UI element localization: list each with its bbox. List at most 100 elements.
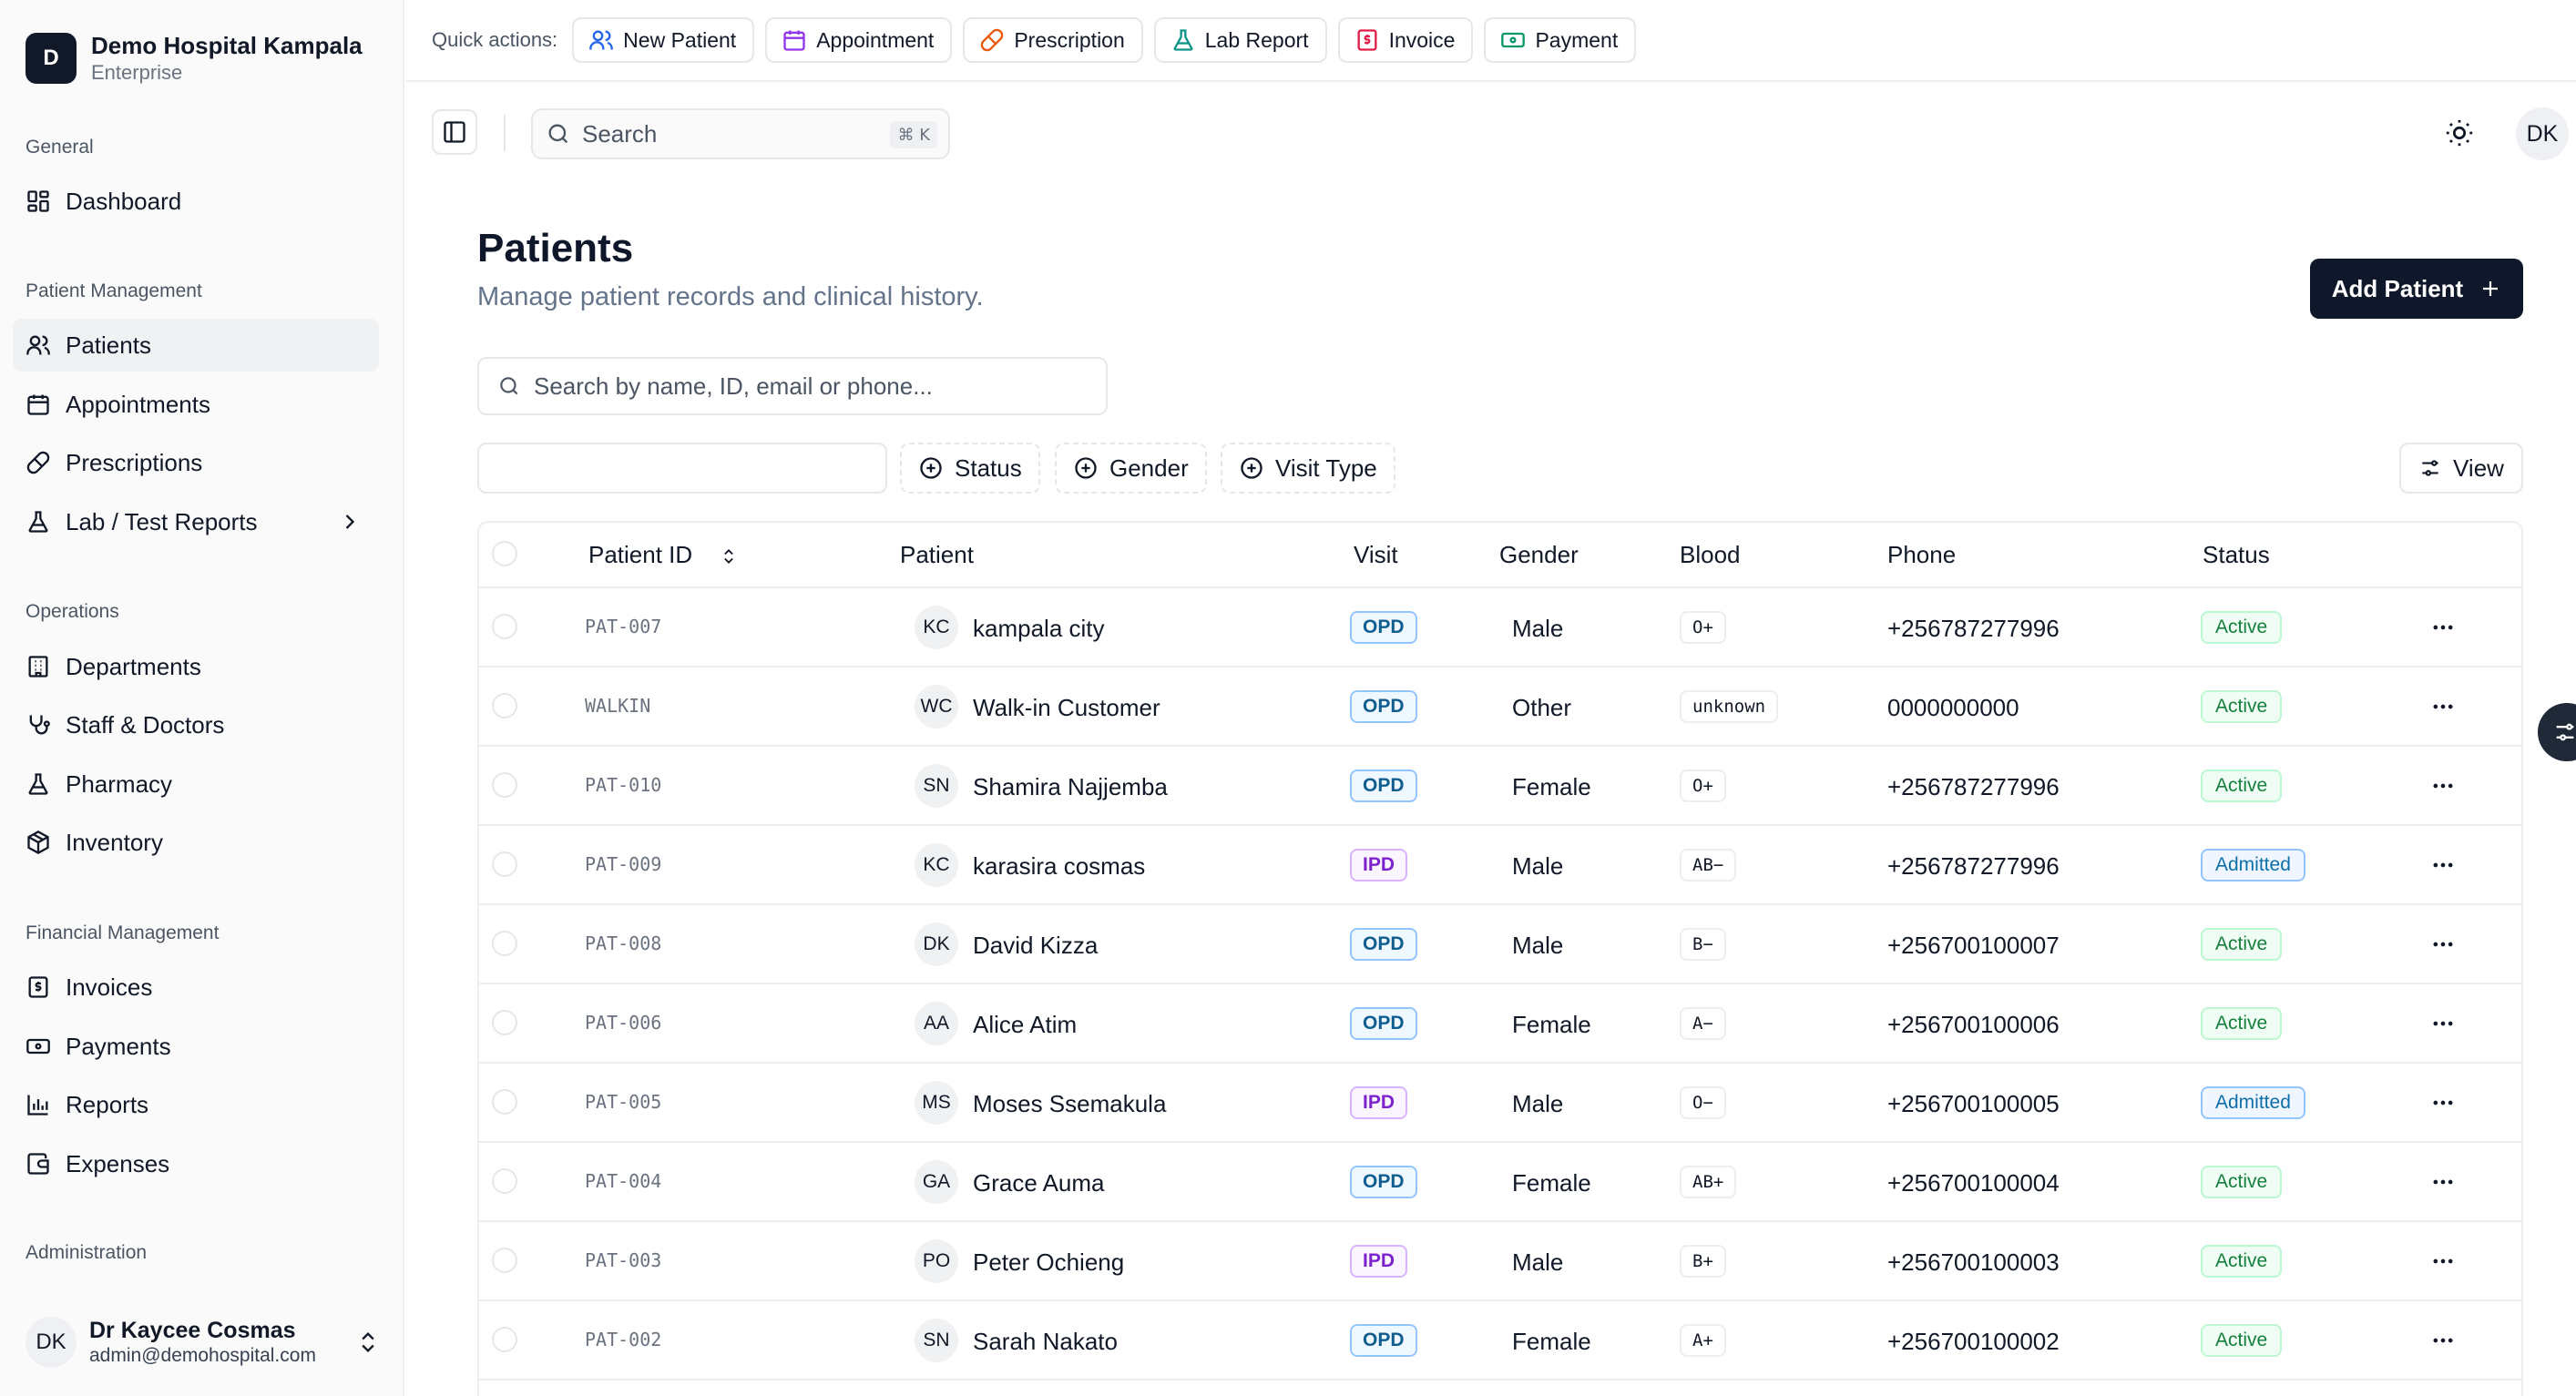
status-badge: Active bbox=[2201, 611, 2283, 644]
sidebar-item-reports[interactable]: Reports bbox=[13, 1078, 379, 1131]
quick-payment-button[interactable]: Payment bbox=[1484, 17, 1637, 63]
pill-icon bbox=[26, 450, 51, 475]
patient-id: PAT-003 bbox=[585, 1249, 662, 1271]
gender-filter-button[interactable]: Gender bbox=[1055, 443, 1207, 494]
visit-type-filter-button[interactable]: Visit Type bbox=[1221, 443, 1395, 494]
sidebar-item-departments[interactable]: Departments bbox=[13, 640, 379, 693]
patient-name[interactable]: David Kizza bbox=[973, 932, 1098, 960]
patient-name[interactable]: karasira cosmas bbox=[973, 852, 1145, 881]
quick-prescription-button[interactable]: Prescription bbox=[963, 17, 1143, 63]
status-filter-button[interactable]: Status bbox=[900, 443, 1040, 494]
org-switcher[interactable]: D Demo Hospital Kampala Enterprise bbox=[26, 31, 363, 86]
patient-name[interactable]: Moses Ssemakula bbox=[973, 1090, 1166, 1118]
row-actions-button[interactable] bbox=[2427, 611, 2459, 644]
row-actions-button[interactable] bbox=[2427, 1166, 2459, 1198]
table-row[interactable]: PAT-002 SN Sarah Nakato OPD Female A+ +2567001… bbox=[479, 1301, 2521, 1381]
global-search[interactable]: ⌘ K bbox=[531, 108, 950, 159]
settings-fab-button[interactable] bbox=[2538, 703, 2576, 761]
row-actions-button[interactable] bbox=[2427, 928, 2459, 961]
patient-name[interactable]: Grace Auma bbox=[973, 1169, 1105, 1197]
patient-name[interactable]: kampala city bbox=[973, 615, 1105, 643]
user-menu[interactable]: DK Dr Kaycee Cosmas admin@demohospital.c… bbox=[26, 1317, 381, 1368]
sidebar-item-lab-reports[interactable]: Lab / Test Reports bbox=[13, 495, 379, 548]
row-checkbox[interactable] bbox=[492, 931, 517, 956]
page-subtitle: Manage patient records and clinical hist… bbox=[477, 282, 984, 311]
plus-icon bbox=[2483, 281, 2499, 296]
row-checkbox[interactable] bbox=[492, 1327, 517, 1352]
avatar: KC bbox=[915, 843, 958, 887]
sidebar-item-patients[interactable]: Patients bbox=[13, 319, 379, 372]
header-avatar[interactable]: DK bbox=[2516, 107, 2569, 160]
table-row[interactable]: PAT-009 KC karasira cosmas IPD Male AB− +25678… bbox=[479, 826, 2521, 905]
row-actions-button[interactable] bbox=[2427, 690, 2459, 723]
more-horizontal-icon bbox=[2433, 1179, 2453, 1185]
row-actions-button[interactable] bbox=[2427, 1007, 2459, 1040]
table-row[interactable]: PAT-008 DK David Kizza OPD Male B− +2567001000… bbox=[479, 905, 2521, 984]
patient-name[interactable]: Walk-in Customer bbox=[973, 694, 1160, 722]
column-header-visit: Visit bbox=[1354, 541, 1398, 568]
sidebar-item-appointments[interactable]: Appointments bbox=[13, 378, 379, 431]
view-options-button[interactable]: View bbox=[2399, 443, 2523, 494]
patient-id: PAT-005 bbox=[585, 1091, 662, 1113]
row-checkbox[interactable] bbox=[492, 851, 517, 877]
phone: +256787277996 bbox=[1887, 615, 2060, 642]
table-row[interactable]: PAT-006 AA Alice Atim OPD Female A− +256700100… bbox=[479, 984, 2521, 1064]
row-actions-button[interactable] bbox=[2427, 769, 2459, 802]
flask-icon bbox=[26, 509, 51, 535]
add-patient-button[interactable]: Add Patient bbox=[2310, 259, 2523, 319]
row-checkbox[interactable] bbox=[492, 1089, 517, 1115]
table-filter-input[interactable] bbox=[477, 443, 887, 494]
patient-name[interactable]: Sarah Nakato bbox=[973, 1328, 1118, 1356]
quick-lab-report-button[interactable]: Lab Report bbox=[1153, 17, 1327, 63]
table-row[interactable]: PAT-007 KC kampala city OPD Male O+ +256787277… bbox=[479, 588, 2521, 667]
table-row[interactable]: PAT-004 GA Grace Auma OPD Female AB+ +25670010… bbox=[479, 1143, 2521, 1222]
page-title: Patients bbox=[477, 226, 634, 270]
quick-new-patient-button[interactable]: New Patient bbox=[572, 17, 755, 63]
sidebar-item-label: Invoices bbox=[66, 973, 153, 1001]
row-actions-button[interactable] bbox=[2427, 1324, 2459, 1357]
theme-toggle-button[interactable] bbox=[2441, 115, 2478, 151]
row-checkbox[interactable] bbox=[492, 772, 517, 798]
select-all-checkbox[interactable] bbox=[492, 541, 517, 566]
user-name: Dr Kaycee Cosmas bbox=[89, 1318, 296, 1343]
global-search-input[interactable] bbox=[582, 119, 874, 148]
gender: Male bbox=[1512, 1090, 1564, 1117]
sidebar-item-dashboard[interactable]: Dashboard bbox=[13, 175, 379, 228]
header-divider bbox=[504, 115, 506, 151]
sidebar-item-expenses[interactable]: Expenses bbox=[13, 1137, 379, 1190]
row-actions-button[interactable] bbox=[2427, 849, 2459, 881]
phone: +256700100002 bbox=[1887, 1328, 2060, 1355]
column-header-patient-id[interactable]: Patient ID bbox=[588, 541, 738, 569]
sidebar-item-label: Lab / Test Reports bbox=[66, 507, 258, 535]
sidebar-toggle-button[interactable] bbox=[432, 109, 477, 155]
row-checkbox[interactable] bbox=[492, 1010, 517, 1035]
quick-invoice-button[interactable]: Invoice bbox=[1337, 17, 1474, 63]
nav-group-general: General bbox=[26, 137, 94, 158]
row-checkbox[interactable] bbox=[492, 614, 517, 639]
sidebar-item-prescriptions[interactable]: Prescriptions bbox=[13, 436, 379, 489]
sidebar-item-pharmacy[interactable]: Pharmacy bbox=[13, 758, 379, 810]
table-row[interactable]: WALKIN WC Walk-in Customer OPD Other unknown 0… bbox=[479, 667, 2521, 747]
sidebar-item-staff-doctors[interactable]: Staff & Doctors bbox=[13, 698, 379, 751]
plus-circle-icon bbox=[1241, 457, 1262, 479]
row-checkbox[interactable] bbox=[492, 693, 517, 718]
patient-name[interactable]: Alice Atim bbox=[973, 1011, 1077, 1039]
sidebar-item-invoices[interactable]: Invoices bbox=[13, 961, 379, 1014]
table-row[interactable]: PAT-010 SN Shamira Najjemba OPD Female O+ +256… bbox=[479, 747, 2521, 826]
row-actions-button[interactable] bbox=[2427, 1245, 2459, 1278]
row-actions-button[interactable] bbox=[2427, 1086, 2459, 1119]
table-row[interactable]: PAT-003 PO Peter Ochieng IPD Male B+ +25670010… bbox=[479, 1222, 2521, 1301]
patient-name[interactable]: Peter Ochieng bbox=[973, 1248, 1124, 1277]
more-horizontal-icon bbox=[2433, 1100, 2453, 1106]
patient-search[interactable] bbox=[477, 357, 1108, 415]
patient-search-input[interactable] bbox=[534, 372, 1080, 401]
row-checkbox[interactable] bbox=[492, 1248, 517, 1273]
table-row[interactable]: PAT-005 MS Moses Ssemakula IPD Male O− +256700… bbox=[479, 1064, 2521, 1143]
quick-appointment-button[interactable]: Appointment bbox=[765, 17, 953, 63]
avatar: DK bbox=[915, 922, 958, 966]
sidebar-item-inventory[interactable]: Inventory bbox=[13, 816, 379, 869]
sidebar-item-payments[interactable]: Payments bbox=[13, 1020, 379, 1073]
patient-name[interactable]: Shamira Najjemba bbox=[973, 773, 1168, 801]
sort-icon bbox=[720, 545, 738, 567]
row-checkbox[interactable] bbox=[492, 1168, 517, 1194]
